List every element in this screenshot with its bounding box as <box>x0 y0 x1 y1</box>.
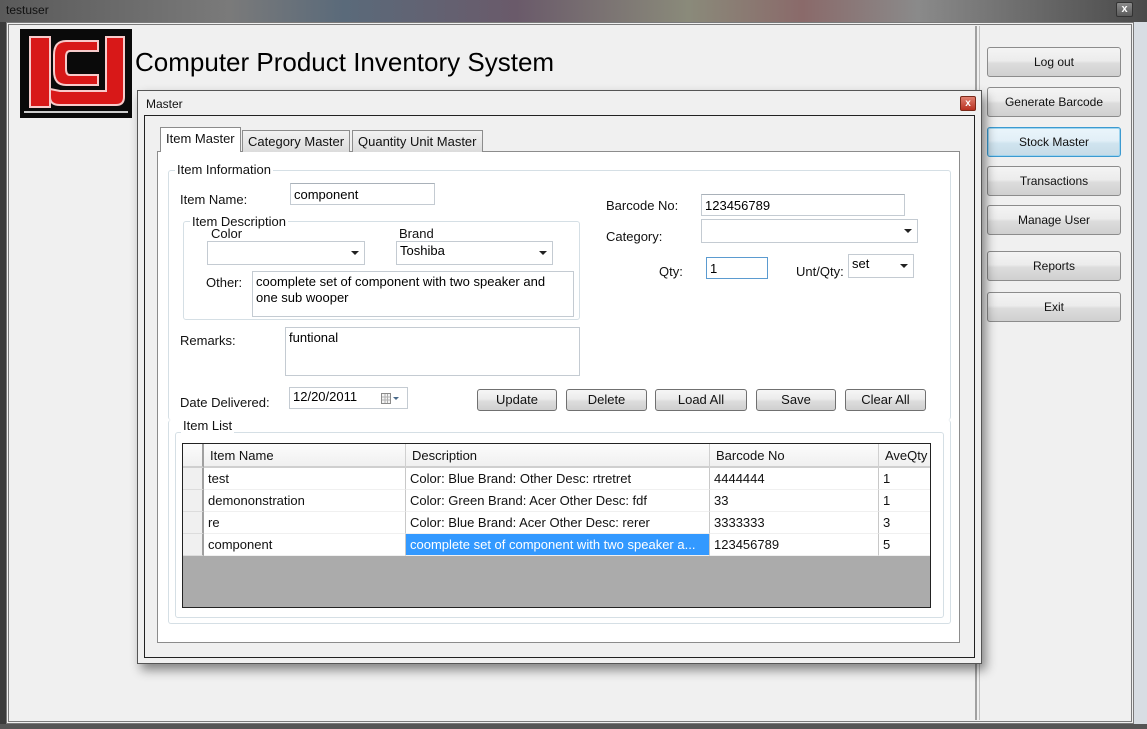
manage-user-button[interactable]: Manage User <box>987 205 1121 235</box>
brand-label: Brand <box>399 226 434 241</box>
dialog-title: Master <box>146 97 183 111</box>
cell-item-name[interactable]: demononstration <box>204 490 406 512</box>
dialog-close-button[interactable]: x <box>960 96 976 111</box>
item-name-label: Item Name: <box>180 192 248 207</box>
color-select[interactable] <box>207 241 365 265</box>
other-label: Other: <box>206 275 243 290</box>
row-header[interactable] <box>183 512 204 534</box>
system-title: Computer Product Inventory System <box>135 47 555 77</box>
date-delivered-picker[interactable]: 12/20/2011 <box>289 387 408 409</box>
remarks-textarea[interactable]: funtional <box>285 327 580 376</box>
exit-button[interactable]: Exit <box>987 292 1121 322</box>
cell-item-name[interactable]: test <box>204 468 406 490</box>
cell-item-name[interactable]: re <box>204 512 406 534</box>
generate-barcode-button[interactable]: Generate Barcode <box>987 87 1121 117</box>
stock-master-button[interactable]: Stock Master <box>987 127 1121 157</box>
update-button[interactable]: Update <box>477 389 557 411</box>
barcode-label: Barcode No: <box>606 198 679 213</box>
cell-barcode[interactable]: 3333333 <box>710 512 879 534</box>
chevron-down-icon <box>539 251 547 255</box>
cell-ave-qty[interactable]: 1 <box>879 490 930 512</box>
delete-button[interactable]: Delete <box>566 389 647 411</box>
taskbar <box>0 724 1147 729</box>
chevron-down-icon <box>351 251 359 255</box>
grid-corner-header <box>183 444 204 468</box>
cell-description-selected[interactable]: coomplete set of component with two spea… <box>406 534 710 556</box>
item-list-label: Item List <box>181 418 235 433</box>
remarks-label: Remarks: <box>180 333 236 348</box>
cell-description[interactable]: Color: Blue Brand: Acer Other Desc: rere… <box>406 512 710 534</box>
row-header[interactable] <box>183 534 204 556</box>
item-name-input[interactable] <box>290 183 435 205</box>
window-title: testuser <box>6 3 49 17</box>
column-header-description[interactable]: Description <box>406 444 710 468</box>
logo-icon <box>20 29 132 118</box>
grid-header-row: Item Name Description Barcode No AveQty <box>183 444 930 468</box>
cell-ave-qty[interactable]: 3 <box>879 512 930 534</box>
qty-label: Qty: <box>659 264 683 279</box>
cell-description[interactable]: Color: Green Brand: Acer Other Desc: fdf <box>406 490 710 512</box>
company-logo <box>20 29 132 118</box>
cell-description[interactable]: Color: Blue Brand: Other Desc: rtretret <box>406 468 710 490</box>
background-window-edge <box>1134 22 1147 724</box>
tab-item-master[interactable]: Item Master <box>160 127 241 152</box>
clear-all-button[interactable]: Clear All <box>845 389 926 411</box>
cell-ave-qty[interactable]: 1 <box>879 468 930 490</box>
column-header-barcode[interactable]: Barcode No <box>710 444 879 468</box>
color-label: Color <box>211 226 243 241</box>
unit-value: set <box>852 256 870 271</box>
table-row[interactable]: re Color: Blue Brand: Acer Other Desc: r… <box>183 512 930 534</box>
brand-select[interactable]: Toshiba <box>396 241 553 265</box>
other-description-textarea[interactable]: coomplete set of component with two spea… <box>252 271 574 317</box>
row-header[interactable] <box>183 468 204 490</box>
unit-select[interactable]: set <box>848 254 914 278</box>
tab-category-master[interactable]: Category Master <box>242 130 351 152</box>
barcode-input[interactable] <box>701 194 905 216</box>
item-information-label: Item Information <box>175 162 273 177</box>
table-row[interactable]: demononstration Color: Green Brand: Acer… <box>183 490 930 512</box>
logout-button[interactable]: Log out <box>987 47 1121 77</box>
unit-per-qty-label: Unt/Qty: <box>796 264 844 279</box>
chevron-down-icon <box>904 229 912 233</box>
table-row-selected[interactable]: component coomplete set of component wit… <box>183 534 930 556</box>
cell-barcode[interactable]: 123456789 <box>710 534 879 556</box>
window-close-button[interactable]: x <box>1116 2 1133 17</box>
load-all-button[interactable]: Load All <box>655 389 747 411</box>
column-header-item-name[interactable]: Item Name <box>204 444 406 468</box>
date-value: 12/20/2011 <box>293 389 358 404</box>
calendar-icon[interactable] <box>381 393 401 405</box>
row-header[interactable] <box>183 490 204 512</box>
date-delivered-label: Date Delivered: <box>180 395 270 410</box>
desktop-background-strip <box>0 0 1147 22</box>
qty-input[interactable] <box>706 257 768 279</box>
cell-barcode[interactable]: 4444444 <box>710 468 879 490</box>
cell-item-name[interactable]: component <box>204 534 406 556</box>
cell-barcode[interactable]: 33 <box>710 490 879 512</box>
category-label: Category: <box>606 229 663 244</box>
transactions-button[interactable]: Transactions <box>987 166 1121 196</box>
reports-button[interactable]: Reports <box>987 251 1121 281</box>
column-header-ave-qty[interactable]: AveQty <box>879 444 930 468</box>
category-select[interactable] <box>701 219 918 243</box>
item-list-grid[interactable]: Item Name Description Barcode No AveQty … <box>182 443 931 608</box>
tab-quantity-unit-master[interactable]: Quantity Unit Master <box>352 130 483 152</box>
brand-value: Toshiba <box>400 243 445 258</box>
cell-ave-qty[interactable]: 5 <box>879 534 930 556</box>
table-row[interactable]: test Color: Blue Brand: Other Desc: rtre… <box>183 468 930 490</box>
chevron-down-icon <box>900 264 908 268</box>
save-button[interactable]: Save <box>756 389 836 411</box>
